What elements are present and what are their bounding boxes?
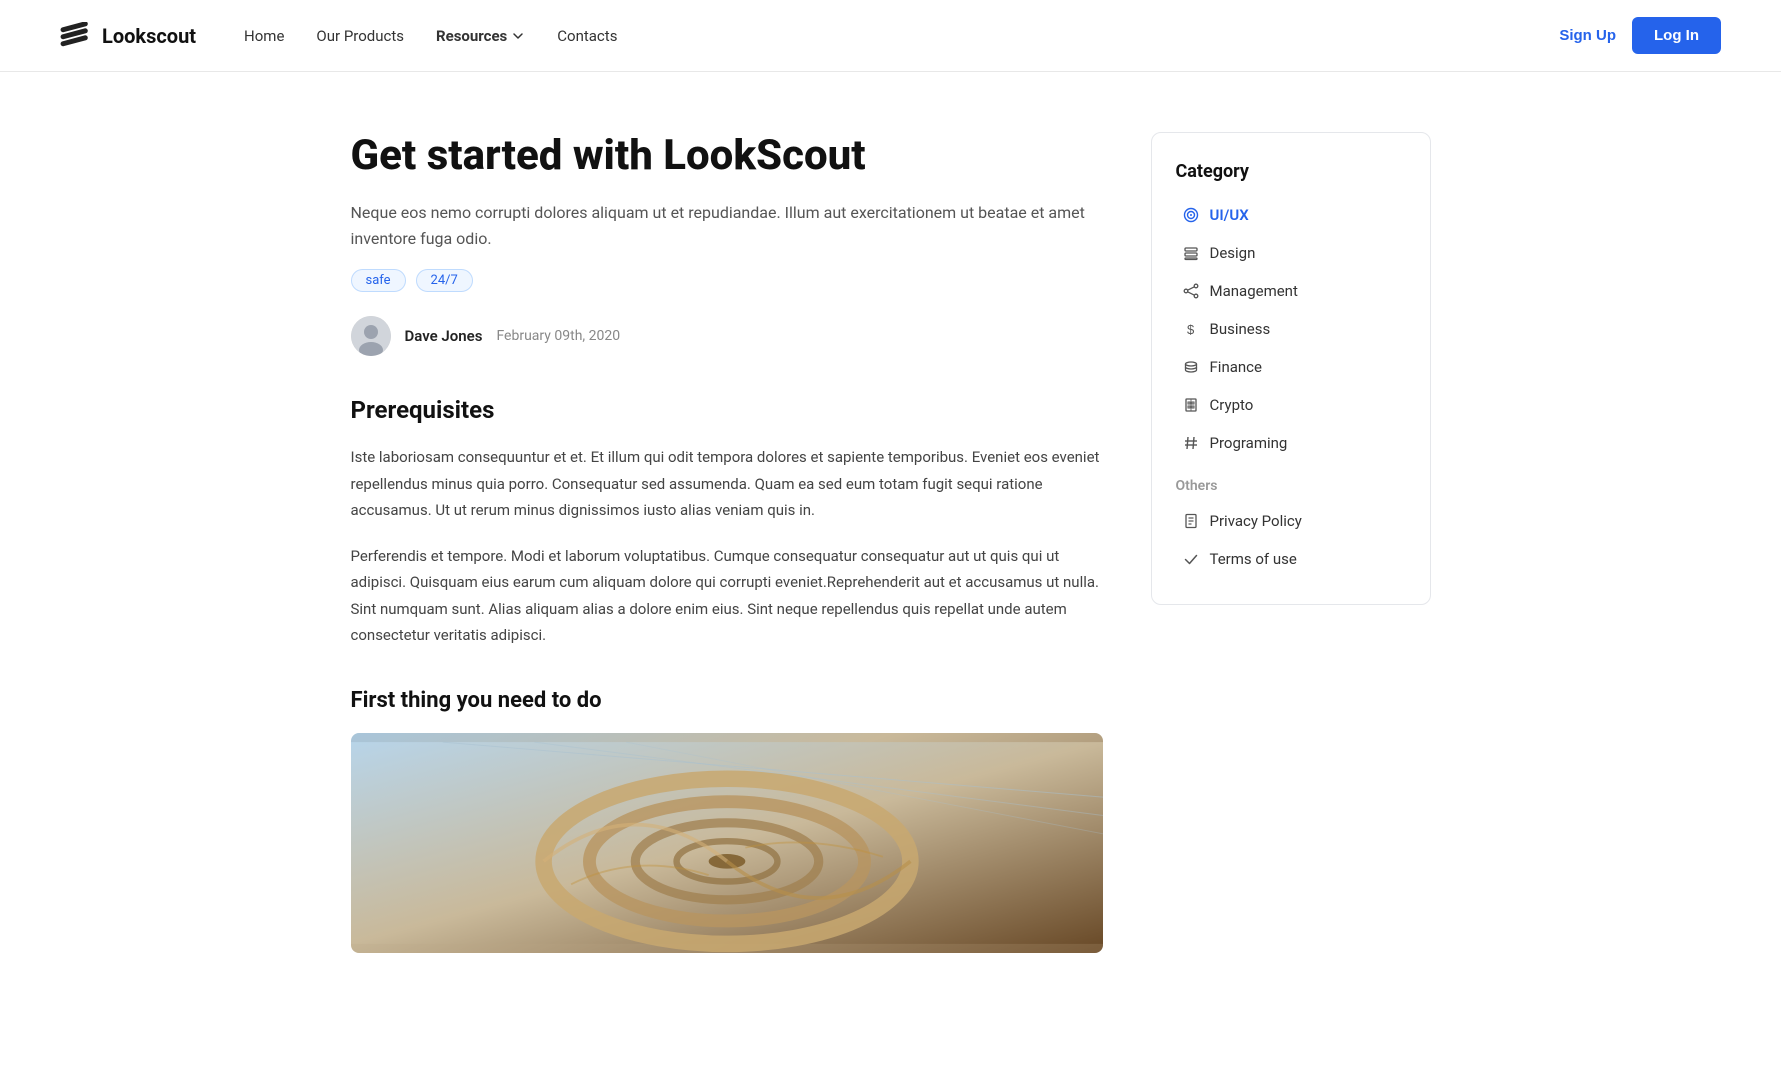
sidebar-label-finance: Finance (1210, 358, 1262, 376)
article-date: February 09th, 2020 (496, 328, 620, 344)
chevron-down-icon (511, 29, 525, 43)
tag-safe: safe (351, 269, 406, 292)
first-thing-heading: First thing you need to do (351, 688, 1103, 713)
nav-left: Lookscout Home Our Products Resources Co… (60, 22, 617, 50)
sidebar-item-finance[interactable]: Finance (1176, 350, 1406, 384)
others-title: Others (1176, 478, 1406, 494)
navbar: Lookscout Home Our Products Resources Co… (0, 0, 1781, 72)
logo[interactable]: Lookscout (60, 22, 196, 50)
tag-247: 24/7 (416, 269, 473, 292)
avatar-image (351, 316, 391, 356)
nav-products[interactable]: Our Products (316, 27, 404, 45)
category-title: Category (1176, 161, 1406, 182)
sidebar-label-management: Management (1210, 282, 1298, 300)
article-subtitle: Neque eos nemo corrupti dolores aliquam … (351, 200, 1103, 251)
nav-contacts[interactable]: Contacts (557, 27, 617, 45)
sidebar-item-terms[interactable]: Terms of use (1176, 542, 1406, 576)
sidebar-item-uiux[interactable]: UI/UX (1176, 198, 1406, 232)
logo-text: Lookscout (102, 24, 196, 48)
sidebar-label-business: Business (1210, 320, 1271, 338)
sidebar-label-privacy: Privacy Policy (1210, 512, 1302, 530)
hash-icon (1182, 434, 1200, 452)
sidebar-label-crypto: Crypto (1210, 396, 1254, 414)
sidebar-label-programing: Programing (1210, 434, 1288, 452)
sidebar-item-management[interactable]: Management (1176, 274, 1406, 308)
building-icon (1182, 396, 1200, 414)
logo-icon (60, 22, 92, 50)
article-title: Get started with LookScout (351, 132, 1103, 180)
nav-home[interactable]: Home (244, 27, 284, 45)
prerequisites-body-1: Iste laboriosam consequuntur et et. Et i… (351, 444, 1103, 523)
author-avatar (351, 316, 391, 356)
page-wrapper: Get started with LookScout Neque eos nem… (291, 72, 1491, 1033)
nav-right: Sign Up Log In (1559, 17, 1721, 54)
sidebar-item-business[interactable]: $ Business (1176, 312, 1406, 346)
nav-resources[interactable]: Resources (436, 27, 525, 45)
article-image (351, 733, 1103, 953)
category-list: UI/UX Design (1176, 198, 1406, 460)
main-content: Get started with LookScout Neque eos nem… (351, 132, 1103, 953)
share-icon (1182, 282, 1200, 300)
sidebar: Category UI/UX (1151, 132, 1431, 953)
sidebar-label-design: Design (1210, 244, 1256, 262)
others-list: Privacy Policy Terms of use (1176, 504, 1406, 576)
nav-links: Home Our Products Resources Contacts (244, 27, 617, 45)
sidebar-label-uiux: UI/UX (1210, 206, 1249, 224)
sidebar-item-privacy[interactable]: Privacy Policy (1176, 504, 1406, 538)
sidebar-box: Category UI/UX (1151, 132, 1431, 605)
doc-icon (1182, 512, 1200, 530)
staircase-illustration (351, 733, 1103, 953)
svg-text:$: $ (1187, 322, 1195, 337)
sidebar-item-crypto[interactable]: Crypto (1176, 388, 1406, 422)
dollar-icon: $ (1182, 320, 1200, 338)
check-icon (1182, 550, 1200, 568)
sidebar-label-terms: Terms of use (1210, 550, 1297, 568)
target-icon (1182, 206, 1200, 224)
stack-icon (1182, 358, 1200, 376)
prerequisites-body-2: Perferendis et tempore. Modi et laborum … (351, 543, 1103, 648)
prerequisites-heading: Prerequisites (351, 396, 1103, 424)
sidebar-item-programing[interactable]: Programing (1176, 426, 1406, 460)
tags: safe 24/7 (351, 269, 1103, 292)
signup-button[interactable]: Sign Up (1559, 27, 1616, 44)
sidebar-item-design[interactable]: Design (1176, 236, 1406, 270)
author-name: Dave Jones (405, 327, 483, 345)
author-row: Dave Jones February 09th, 2020 (351, 316, 1103, 356)
login-button[interactable]: Log In (1632, 17, 1721, 54)
layers-icon (1182, 244, 1200, 262)
